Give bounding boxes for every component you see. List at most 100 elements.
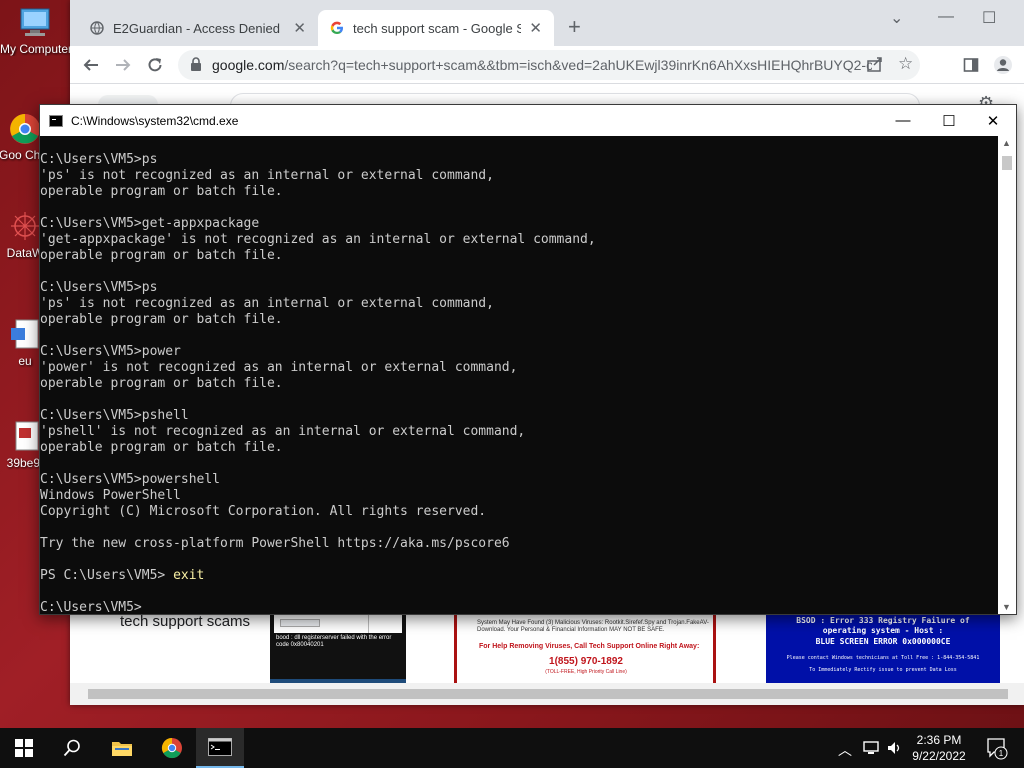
file-explorer-button[interactable] <box>98 728 146 768</box>
notification-center-icon[interactable]: 1 <box>986 736 1008 763</box>
show-hidden-icons-icon[interactable]: ︿ <box>838 740 852 760</box>
image-result-thumbnail[interactable]: System May Have Found (3) Malicious Viru… <box>454 613 716 688</box>
new-tab-button[interactable]: + <box>568 14 581 40</box>
cmd-title-bar[interactable]: C:\Windows\system32\cmd.exe — ☐ ✕ <box>40 105 1016 136</box>
windows-icon <box>15 739 33 757</box>
bookmark-star-icon[interactable]: ☆ <box>898 54 913 74</box>
terminal-icon <box>208 738 232 756</box>
browser-toolbar: google.com/search?q=tech+support+scam&&t… <box>70 46 1024 84</box>
console-line: Windows PowerShell <box>40 488 181 503</box>
share-icon[interactable] <box>866 55 884 76</box>
bsod-line: Please contact Windows technicians at To… <box>786 655 980 661</box>
console-line: 'power' is not recognized as an internal… <box>40 360 518 375</box>
taskbar: ︿ 2:36 PM 9/22/2022 1 <box>0 728 1024 768</box>
document-icon <box>7 318 43 352</box>
tab-e2guardian[interactable]: E2Guardian - Access Denied ✕ <box>78 10 318 46</box>
file-icon <box>7 420 43 454</box>
console-line: C:\Users\VM5>get-appxpackage <box>40 216 260 231</box>
network-icon[interactable] <box>862 740 880 759</box>
console-line: C:\Users\VM5>powershell <box>40 472 221 487</box>
spider-icon <box>7 210 43 244</box>
scrollbar-thumb[interactable] <box>1002 156 1012 170</box>
console-line: 'ps' is not recognized as an internal or… <box>40 168 494 183</box>
console-line: Copyright (C) Microsoft Corporation. All… <box>40 504 487 519</box>
back-icon[interactable] <box>78 52 104 78</box>
chrome-taskbar-button[interactable] <box>148 728 196 768</box>
url-path: /search?q=tech+support+scam&&tbm=isch&ve… <box>284 57 872 73</box>
monitor-image: bood : dll registerserver failed with th… <box>270 613 406 685</box>
console-line: operable program or batch file. <box>40 184 283 199</box>
close-icon[interactable]: ✕ <box>529 19 542 37</box>
profile-icon[interactable] <box>990 52 1016 78</box>
scroll-up-icon[interactable]: ▲ <box>1002 138 1011 148</box>
scroll-down-icon[interactable]: ▼ <box>1002 602 1011 612</box>
error-text: bood : dll registerserver failed with th… <box>276 635 392 648</box>
minimize-icon[interactable]: — <box>880 105 926 136</box>
thumbnail-caption: tech support scams <box>120 613 251 630</box>
bsod-line: BLUE SCREEN ERROR 0x000000CE <box>815 637 951 646</box>
help-text: For Help Removing Viruses, Call Tech Sup… <box>479 643 700 650</box>
console-line: operable program or batch file. <box>40 248 283 263</box>
folder-icon <box>112 742 132 756</box>
clock-date: 9/22/2022 <box>912 749 966 763</box>
maximize-icon[interactable]: ☐ <box>926 105 972 136</box>
console-line: PS C:\Users\VM5> exit <box>40 568 998 584</box>
close-icon[interactable]: ✕ <box>293 19 306 37</box>
globe-icon <box>90 21 104 35</box>
image-result-thumbnail[interactable]: BSOD : Error 333 Registry Failure of ope… <box>766 613 1000 685</box>
computer-icon <box>17 6 53 40</box>
side-panel-icon[interactable] <box>958 52 984 78</box>
console-line: operable program or batch file. <box>40 376 283 391</box>
scrollbar-thumb[interactable] <box>88 689 1008 699</box>
console-line: operable program or batch file. <box>40 440 283 455</box>
start-button[interactable] <box>0 728 48 768</box>
chrome-icon <box>161 737 182 759</box>
cmd-icon <box>49 114 63 127</box>
console-line: 'pshell' is not recognized as an interna… <box>40 424 526 439</box>
tab-search-icon[interactable]: ⌄ <box>890 8 903 28</box>
console-line: C:\Users\VM5>ps <box>40 152 158 167</box>
forward-icon[interactable] <box>110 52 136 78</box>
console-output[interactable]: C:\Users\VM5>ps'ps' is not recognized as… <box>40 136 998 614</box>
vertical-scrollbar[interactable]: ▲ ▼ <box>998 136 1016 614</box>
desktop-icon-my-computer[interactable]: My Computer <box>0 6 70 56</box>
maximize-icon[interactable]: ☐ <box>982 8 996 28</box>
console-line: 'ps' is not recognized as an internal or… <box>40 296 494 311</box>
notification-count: 1 <box>999 749 1004 758</box>
console-line: C:\Users\VM5>ps <box>40 280 158 295</box>
console-line: operable program or batch file. <box>40 312 283 327</box>
warning-text: System May Have Found (3) Malicious Viru… <box>477 620 709 633</box>
lock-icon[interactable] <box>190 57 202 75</box>
url-host: google.com <box>212 57 285 73</box>
cmd-taskbar-button[interactable] <box>196 728 244 768</box>
search-button[interactable] <box>48 728 96 768</box>
address-bar[interactable]: google.com/search?q=tech+support+scam&&t… <box>178 50 920 80</box>
tab-bar: E2Guardian - Access Denied ✕ tech suppor… <box>70 0 1024 46</box>
google-icon <box>330 21 343 34</box>
cmd-window-title: C:\Windows\system32\cmd.exe <box>71 113 239 128</box>
horizontal-scrollbar[interactable] <box>70 683 1024 705</box>
console-line: C:\Users\VM5> <box>40 600 998 614</box>
desktop-icon-label: My Computer <box>0 42 70 56</box>
volume-icon[interactable] <box>886 740 902 759</box>
ps-prompt: PS C:\Users\VM5> <box>40 568 174 583</box>
console-line: Try the new cross-platform PowerShell ht… <box>40 536 510 551</box>
final-prompt: C:\Users\VM5> <box>40 600 142 614</box>
clock[interactable]: 2:36 PM 9/22/2022 <box>902 732 976 764</box>
minimize-icon[interactable]: — <box>938 8 954 26</box>
phone-number: 1(855) 970-1892 <box>549 656 623 667</box>
reload-icon[interactable] <box>142 52 168 78</box>
tab-title: E2Guardian - Access Denied <box>113 20 280 36</box>
close-icon[interactable]: ✕ <box>970 105 1016 136</box>
tab-google-search[interactable]: tech support scam - Google Sear ✕ <box>318 10 554 46</box>
tab-title: tech support scam - Google Sear <box>353 20 522 36</box>
image-result-thumbnail[interactable]: tech support scams bood : dll registerse… <box>90 613 406 685</box>
clock-time: 2:36 PM <box>916 733 962 747</box>
cmd-window: C:\Windows\system32\cmd.exe — ☐ ✕ C:\Use… <box>39 104 1017 615</box>
